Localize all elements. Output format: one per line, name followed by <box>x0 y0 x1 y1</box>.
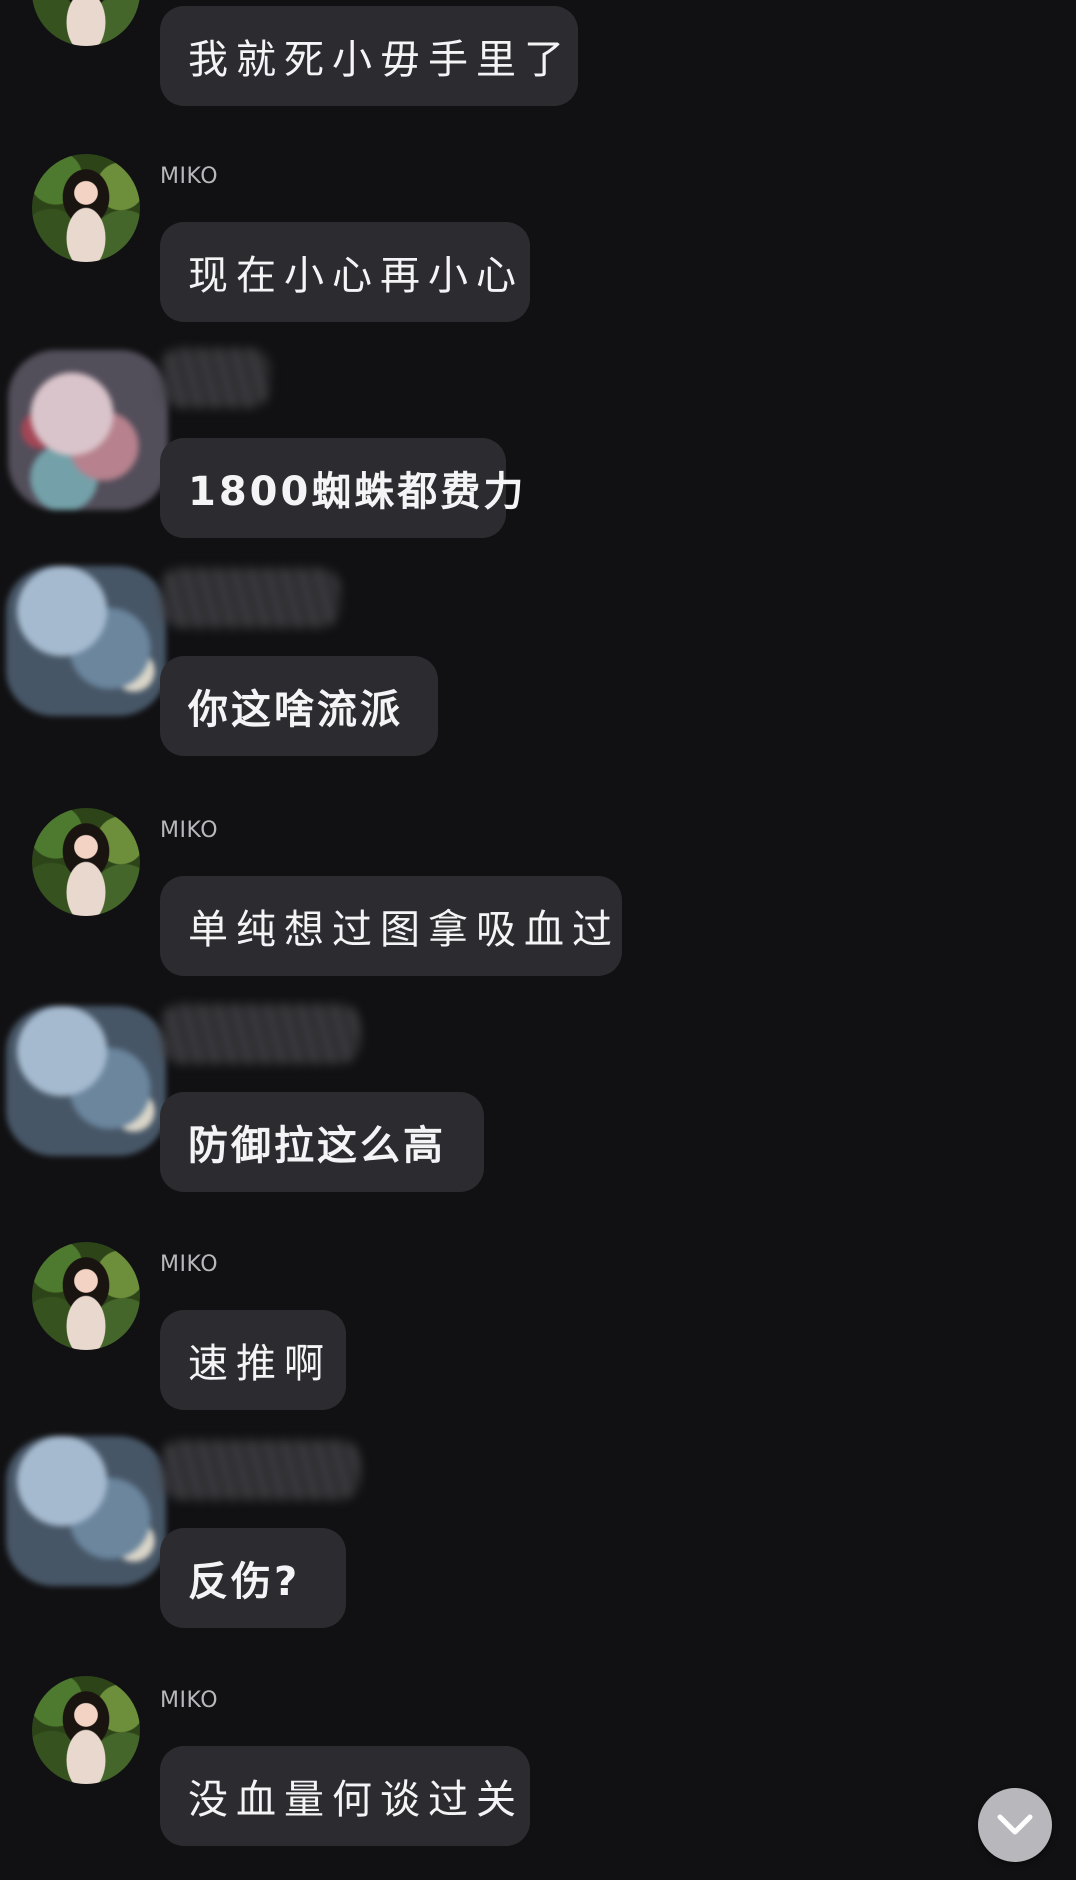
chevron-down-icon <box>997 1814 1033 1835</box>
sender-name: MIKO <box>160 818 219 843</box>
message-bubble[interactable]: 反伤? <box>160 1528 346 1628</box>
chat-message-list[interactable]: 我就死小毋手里了 MIKO 现在小心再小心 1800蜘蛛都费力 你这啥流派 MI… <box>0 0 1076 1880</box>
message-bubble[interactable]: 单纯想过图拿吸血过 <box>160 876 622 976</box>
sender-avatar[interactable] <box>32 1242 140 1350</box>
sender-name-redacted <box>160 1440 360 1500</box>
sender-name: MIKO <box>160 1252 219 1277</box>
message-bubble[interactable]: 防御拉这么高 <box>160 1092 484 1192</box>
sender-avatar[interactable] <box>6 566 166 716</box>
message-bubble[interactable]: 没血量何谈过关 <box>160 1746 530 1846</box>
message-bubble[interactable]: 我就死小毋手里了 <box>160 6 578 106</box>
sender-name: MIKO <box>160 1688 219 1713</box>
sender-name: MIKO <box>160 164 219 189</box>
message-bubble[interactable]: 现在小心再小心 <box>160 222 530 322</box>
sender-avatar[interactable] <box>32 0 140 46</box>
sender-avatar[interactable] <box>6 1006 166 1156</box>
sender-avatar[interactable] <box>32 154 140 262</box>
sender-name-redacted <box>160 568 340 628</box>
sender-avatar[interactable] <box>6 1436 166 1586</box>
message-bubble[interactable]: 1800蜘蛛都费力 <box>160 438 523 538</box>
sender-name-redacted <box>160 1004 360 1064</box>
scroll-to-bottom-button[interactable] <box>978 1788 1052 1862</box>
sender-avatar[interactable] <box>32 1676 140 1784</box>
sender-avatar[interactable] <box>32 808 140 916</box>
sender-name-redacted <box>160 348 270 408</box>
message-bubble[interactable]: 你这啥流派 <box>160 656 438 756</box>
message-bubble[interactable]: 速推啊 <box>160 1310 346 1410</box>
sender-avatar[interactable] <box>8 350 168 510</box>
